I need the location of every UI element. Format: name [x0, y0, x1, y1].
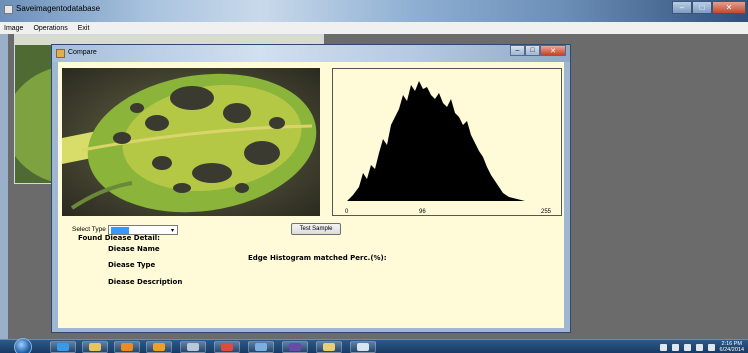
- dialog-title-bar[interactable]: Compare ‒ □ ✕: [52, 45, 570, 62]
- volume-icon[interactable]: [707, 343, 715, 351]
- leaf-sample-image: [62, 68, 320, 216]
- select-type-value: [111, 227, 129, 234]
- calculator-icon: [187, 343, 199, 351]
- test-sample-button[interactable]: Test Sample: [291, 223, 341, 235]
- application-icon: [357, 343, 369, 351]
- compare-dialog: Compare ‒ □ ✕ 0 96 255 Select Type ▾ Tes…: [51, 44, 571, 333]
- folder-icon: [89, 343, 101, 351]
- dialog-title: Compare: [68, 49, 97, 56]
- explorer-window-icon: [323, 343, 335, 351]
- dialog-icon: [56, 49, 65, 58]
- menu-item-operations[interactable]: Operations: [33, 25, 67, 32]
- taskbar-button-media-player[interactable]: [146, 341, 172, 353]
- vlc-icon: [121, 343, 133, 351]
- network-icon[interactable]: [695, 343, 703, 351]
- taskbar-button-chrome[interactable]: [214, 341, 240, 353]
- taskbar-button-paint[interactable]: [248, 341, 274, 353]
- main-maximize-button[interactable]: □: [692, 1, 712, 14]
- disease-type-label: Diease Type: [108, 261, 156, 269]
- dialog-maximize-button[interactable]: □: [525, 45, 540, 56]
- dialog-close-button[interactable]: ✕: [540, 45, 566, 56]
- paint-icon: [255, 343, 267, 351]
- dialog-controls: ‒ □ ✕: [510, 45, 566, 56]
- dialog-minimize-button[interactable]: ‒: [510, 45, 525, 56]
- select-type-label: Select Type: [72, 226, 106, 233]
- clock[interactable]: 2:16 PM 6/24/2014: [720, 341, 744, 353]
- visual-studio-icon: [289, 343, 301, 351]
- taskbar: 2:16 PM 6/24/2014: [0, 338, 748, 353]
- histogram-tick-96: 96: [419, 209, 426, 215]
- histogram-distribution: [347, 81, 525, 201]
- main-close-button[interactable]: ✕: [712, 1, 746, 14]
- show-hidden-icons-icon[interactable]: [659, 343, 667, 351]
- menu-bar: Image Operations Exit: [0, 22, 748, 34]
- edge-histogram-label: Edge Histogram matched Perc.(%):: [248, 254, 387, 262]
- main-title-bar[interactable]: Saveimagentodatabase ‒ □ ✕: [0, 0, 748, 22]
- main-window-title: Saveimagentodatabase: [16, 4, 101, 13]
- power-icon[interactable]: [683, 343, 691, 351]
- taskbar-button-folder[interactable]: [82, 341, 108, 353]
- taskbar-button-application[interactable]: [350, 341, 376, 353]
- taskbar-button-internet-explorer[interactable]: [50, 341, 76, 353]
- menu-item-exit[interactable]: Exit: [78, 25, 90, 32]
- start-button[interactable]: [14, 338, 32, 353]
- system-tray: 2:16 PM 6/24/2014: [659, 341, 744, 353]
- clock-date: 6/24/2014: [719, 347, 744, 353]
- taskbar-button-visual-studio[interactable]: [282, 341, 308, 353]
- internet-explorer-icon: [57, 343, 69, 351]
- taskbar-button-calculator[interactable]: [180, 341, 206, 353]
- main-minimize-button[interactable]: ‒: [672, 1, 692, 14]
- disease-name-label: Diease Name: [108, 245, 160, 253]
- app-icon: [4, 5, 13, 14]
- main-window-controls: ‒ □ ✕: [672, 1, 746, 14]
- menu-item-image[interactable]: Image: [4, 25, 23, 32]
- flag-icon[interactable]: [671, 343, 679, 351]
- taskbar-button-explorer-window[interactable]: [316, 341, 342, 353]
- disease-description-label: Diease Description: [108, 278, 183, 286]
- chrome-icon: [221, 343, 233, 351]
- dialog-client-area: 0 96 255 Select Type ▾ Test Sample Found…: [58, 62, 564, 328]
- histogram-tick-255: 255: [541, 209, 552, 215]
- taskbar-button-vlc[interactable]: [114, 341, 140, 353]
- media-player-icon: [153, 343, 165, 351]
- histogram-chart: 0 96 255: [332, 68, 562, 216]
- main-window-border: [0, 34, 8, 339]
- histogram-tick-0: 0: [345, 209, 349, 215]
- found-disease-header: Found Diease Detail:: [78, 234, 160, 242]
- chevron-down-icon: ▾: [170, 228, 174, 234]
